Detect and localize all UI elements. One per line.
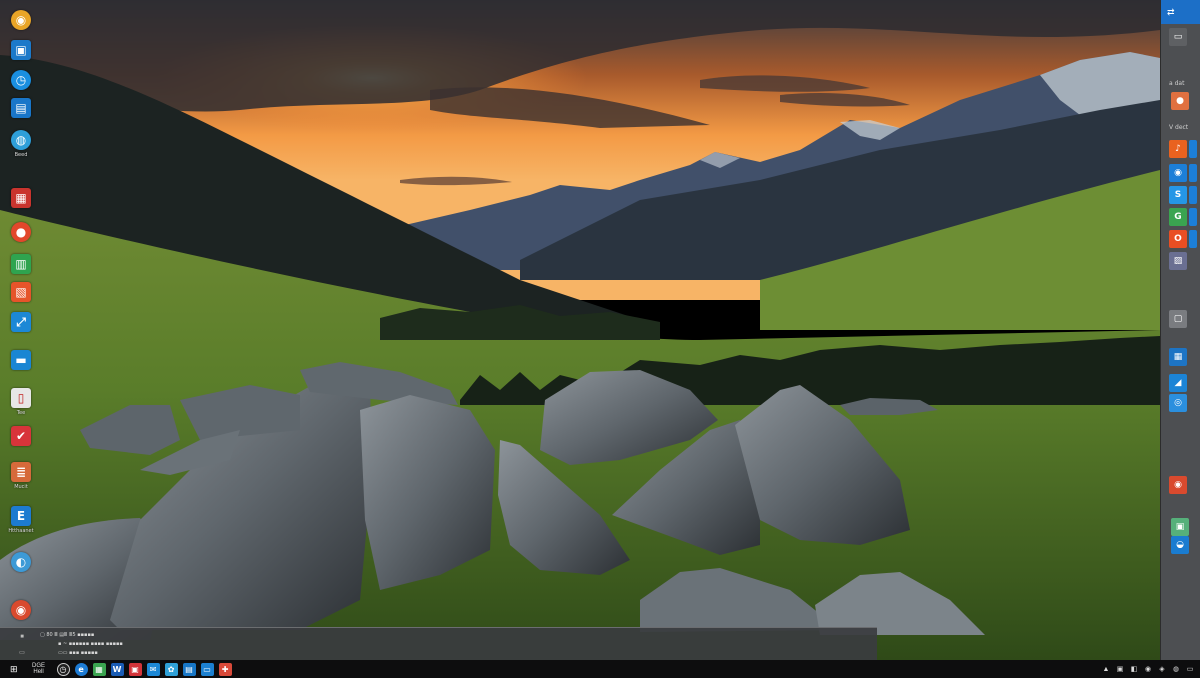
desktop-shortcut-label: Tee xyxy=(16,410,26,416)
panel-tile-blue-2[interactable]: ▦ xyxy=(1169,348,1187,366)
green-doc-icon: ▥ xyxy=(11,254,31,274)
notification-line-3: ▭▭ ▪▪▪ ▪▪▪▪▪ xyxy=(58,650,98,656)
desktop-shortcut-label: Mucit xyxy=(14,484,28,490)
panel-text-2: V dect xyxy=(1169,124,1189,131)
panel-tile-skype-companion[interactable] xyxy=(1189,186,1197,204)
tray-icon[interactable]: ▭ xyxy=(1186,665,1194,673)
panel-tile-green-companion[interactable] xyxy=(1189,208,1197,226)
desktop-shortcut[interactable]: ≣ Mucit xyxy=(6,462,36,490)
notification-app-icon-secondary: ▭ xyxy=(19,650,25,656)
taskbar-clock-icon[interactable]: ◷ xyxy=(56,662,70,676)
check-icon: ✔ xyxy=(11,426,31,446)
browser-icon: ◍ xyxy=(11,130,31,150)
tray-icon[interactable]: ▣ xyxy=(1116,665,1124,673)
panel-tile-orange[interactable]: ♪ xyxy=(1169,140,1187,158)
globe-icon: ◐ xyxy=(11,552,31,572)
panel-tile-office[interactable]: O xyxy=(1169,230,1187,248)
desktop-shortcut[interactable]: ◷ xyxy=(6,70,36,90)
text-app-icon: E xyxy=(11,506,31,526)
stack-icon: ≣ xyxy=(11,462,31,482)
system-tray: ▲ ▣ ◧ ◉ ◈ ◍ ▭ xyxy=(1102,662,1194,676)
desktop-shortcut[interactable]: ▯ Tee xyxy=(6,388,36,416)
desktop-shortcut[interactable]: ⤢ xyxy=(6,312,36,332)
desktop-shortcut[interactable]: ◐ xyxy=(6,552,36,572)
panel-tile-photo[interactable]: ▨ xyxy=(1169,252,1187,270)
taskbar-search-label[interactable]: DGE Hell xyxy=(32,663,46,675)
panel-tile-blue-1-companion[interactable] xyxy=(1189,164,1197,182)
panel-chat-icon[interactable]: ▭ xyxy=(1169,28,1187,46)
taskbar: ⊞ DGE Hell ◷ e ▦ W ▣ ✉ ✿ ▤ ▭ ✚ ▲ ▣ ◧ ◉ ◈ ◍ ▭ xyxy=(0,660,1200,678)
tray-icon[interactable]: ◍ xyxy=(1172,665,1180,673)
notification-thumbnail: ■ ▭ xyxy=(12,634,32,656)
app-blue-icon: ▣ xyxy=(11,40,31,60)
side-panel: ⇄ ▭ a dat ● V dect ♪ ◉ S G O ▨ ▢ ▦ ◢ ◎ ◉ ▣ ◒ xyxy=(1160,0,1200,660)
taskbar-word-icon[interactable]: W xyxy=(110,662,124,676)
panel-tile-office-companion[interactable] xyxy=(1189,230,1197,248)
taskbar-explorer-icon[interactable]: ▭ xyxy=(200,662,214,676)
sync-icon: ⇄ xyxy=(1167,6,1175,17)
taskbar-mail-icon[interactable]: ✉ xyxy=(146,662,160,676)
desktop-shortcut[interactable]: ▬ xyxy=(6,350,36,370)
red-app-icon: ▦ xyxy=(11,188,31,208)
clock-icon: ◷ xyxy=(11,70,31,90)
desktop-shortcut[interactable]: ▧ xyxy=(6,282,36,302)
desktop-shortcut[interactable]: ● xyxy=(6,222,36,242)
orange-app-icon: ▧ xyxy=(11,282,31,302)
taskbar-photos-icon[interactable]: ✿ xyxy=(164,662,178,676)
chrome-icon: ◉ xyxy=(11,10,31,30)
desktop-shortcut[interactable]: ▣ xyxy=(6,40,36,60)
document-icon: ▯ xyxy=(11,388,31,408)
desktop-shortcut-label: Htthaanet xyxy=(8,528,34,534)
panel-tile-blue-3[interactable]: ◢ xyxy=(1169,374,1187,392)
remote-icon: ⤢ xyxy=(11,312,31,332)
notification-app-icon: ■ xyxy=(20,634,24,640)
panel-avatar-icon[interactable]: ● xyxy=(1171,92,1189,110)
side-panel-header[interactable]: ⇄ xyxy=(1161,0,1200,24)
taskbar-edge-icon[interactable]: e xyxy=(74,662,88,676)
panel-tile-blue-4[interactable]: ◎ xyxy=(1169,394,1187,412)
tray-icon[interactable]: ◧ xyxy=(1130,665,1138,673)
red-circle-icon: ● xyxy=(11,222,31,242)
panel-tile-blue-5[interactable]: ◒ xyxy=(1171,536,1189,554)
desktop-shortcut[interactable]: ◍ Beed xyxy=(6,130,36,158)
desktop-shortcut[interactable]: ▤ xyxy=(6,98,36,118)
tray-icon[interactable]: ◈ xyxy=(1158,665,1166,673)
taskbar-tool-icon[interactable]: ✚ xyxy=(218,662,232,676)
panel-tile-blue-1[interactable]: ◉ xyxy=(1169,164,1187,182)
desktop-shortcut-label: Beed xyxy=(14,152,28,158)
panel-tile-green[interactable]: G xyxy=(1169,208,1187,226)
desktop-shortcut[interactable]: ▦ xyxy=(6,188,36,208)
notification-line-1: ▢ 80 Ⅲ ▤Ⅲ Ⅲ5 ▪▪▪▪▪ xyxy=(40,632,95,638)
panel-tile-skype[interactable]: S xyxy=(1169,186,1187,204)
panel-tile-orange-companion[interactable] xyxy=(1189,140,1197,158)
tray-icon[interactable]: ◉ xyxy=(1144,665,1152,673)
panel-tile-grey[interactable]: ▢ xyxy=(1169,310,1187,328)
notification-bar[interactable]: ■ ▭ ▢ 80 Ⅲ ▤Ⅲ Ⅲ5 ▪▪▪▪▪ ▪ ~ ▪▪▪▪▪▪ ▪▪▪▪ ▪… xyxy=(0,627,877,660)
taskbar-store-icon[interactable]: ▦ xyxy=(92,662,106,676)
app-square-icon: ▤ xyxy=(11,98,31,118)
desktop-shortcut[interactable]: E Htthaanet xyxy=(6,506,36,534)
taskbar-red-icon[interactable]: ▣ xyxy=(128,662,142,676)
panel-text-1: a dat xyxy=(1169,80,1185,87)
taskbar-app-icon[interactable]: ▤ xyxy=(182,662,196,676)
desktop-shortcut[interactable]: ◉ xyxy=(6,600,36,620)
desktop-shortcut[interactable]: ▥ xyxy=(6,254,36,274)
start-button[interactable]: ⊞ xyxy=(10,664,18,675)
chrome-bottom-icon: ◉ xyxy=(11,600,31,620)
mail-icon: ▬ xyxy=(11,350,31,370)
panel-tile-mint[interactable]: ▣ xyxy=(1171,518,1189,536)
taskbar-apps: ◷ e ▦ W ▣ ✉ ✿ ▤ ▭ ✚ xyxy=(52,662,232,676)
desktop-shortcut[interactable]: ✔ xyxy=(6,426,36,446)
notification-line-2: ▪ ~ ▪▪▪▪▪▪ ▪▪▪▪ ▪▪▪▪▪ xyxy=(58,641,123,647)
panel-tile-chrome[interactable]: ◉ xyxy=(1169,476,1187,494)
tray-icon[interactable]: ▲ xyxy=(1102,665,1110,673)
desktop-shortcut[interactable]: ◉ xyxy=(6,10,36,30)
desktop-wallpaper xyxy=(0,0,1200,660)
